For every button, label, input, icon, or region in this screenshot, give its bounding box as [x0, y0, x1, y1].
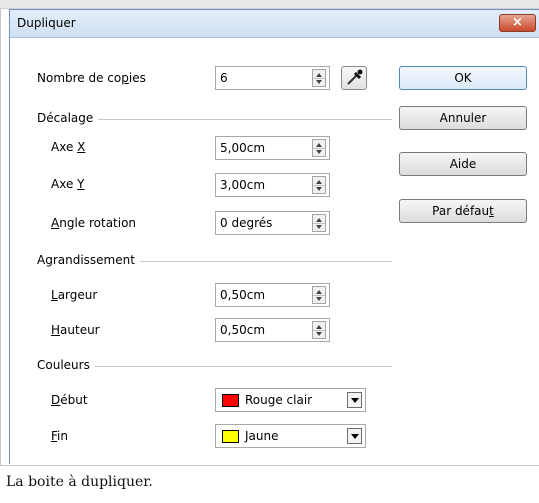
spin-down-icon[interactable] [316, 80, 322, 84]
hauteur-value: 0,50cm [220, 323, 266, 337]
copies-spinner[interactable]: 6 [215, 66, 330, 90]
decalage-heading: Décalage [37, 111, 99, 125]
fin-color-value: Jaune [245, 429, 279, 443]
axe-x-label: Axe X [51, 140, 86, 154]
spin-up-icon[interactable] [316, 290, 322, 294]
angle-spinner[interactable]: 0 degrés [215, 211, 330, 235]
values-from-selection-button[interactable] [341, 66, 367, 90]
copies-label: Nombre de copies [37, 71, 146, 85]
axe-y-label: Axe Y [51, 177, 85, 191]
spin-down-icon[interactable] [316, 150, 322, 154]
axe-y-value: 3,00cm [220, 178, 266, 192]
dialog-title: Dupliquer [17, 16, 76, 30]
red-color-swatch [222, 394, 239, 407]
hauteur-spinner[interactable]: 0,50cm [215, 318, 330, 342]
largeur-spin-arrows[interactable] [312, 286, 326, 304]
couleurs-heading: Couleurs [37, 358, 95, 372]
debut-dropdown-button[interactable] [347, 392, 362, 408]
spin-up-icon[interactable] [316, 325, 322, 329]
caption-text: La boite à dupliquer. [6, 474, 153, 490]
largeur-spinner[interactable]: 0,50cm [215, 283, 330, 307]
debut-color-value: Rouge clair [245, 393, 313, 407]
agrandissement-heading: Agrandissement [37, 253, 140, 267]
aide-button[interactable]: Aide [399, 152, 527, 176]
spin-up-icon[interactable] [316, 143, 322, 147]
debut-label: Début [51, 393, 88, 407]
angle-spin-arrows[interactable] [312, 214, 326, 232]
chevron-down-icon [351, 434, 359, 439]
figure-caption: La boite à dupliquer. [0, 465, 539, 503]
axe-x-spinner[interactable]: 5,00cm [215, 136, 330, 160]
top-strip [0, 0, 539, 9]
largeur-value: 0,50cm [220, 288, 266, 302]
ok-button[interactable]: OK [399, 66, 527, 90]
fin-color-select[interactable]: Jaune [215, 424, 366, 448]
copies-value: 6 [220, 71, 228, 85]
spin-up-icon[interactable] [316, 180, 322, 184]
annuler-button[interactable]: Annuler [399, 106, 527, 130]
angle-value: 0 degrés [220, 216, 273, 230]
hauteur-label: Hauteur [51, 323, 100, 337]
axe-x-spin-arrows[interactable] [312, 139, 326, 157]
spin-down-icon[interactable] [316, 225, 322, 229]
spin-up-icon[interactable] [316, 218, 322, 222]
dupliquer-dialog: Dupliquer × Nombre de copies 6 Décalage … [9, 9, 539, 464]
copies-spin-arrows[interactable] [312, 69, 326, 87]
yellow-color-swatch [222, 430, 239, 443]
axe-y-spinner[interactable]: 3,00cm [215, 173, 330, 197]
hauteur-spin-arrows[interactable] [312, 321, 326, 339]
fin-label: Fin [51, 429, 68, 443]
angle-label: Angle rotation [51, 216, 137, 230]
par-defaut-button[interactable]: Par défaut [399, 199, 527, 223]
largeur-label: Largeur [51, 288, 98, 302]
spin-down-icon[interactable] [316, 332, 322, 336]
close-icon: × [512, 15, 523, 30]
spin-down-icon[interactable] [316, 297, 322, 301]
debut-color-select[interactable]: Rouge clair [215, 388, 366, 412]
title-bar: Dupliquer × [10, 10, 539, 38]
fin-dropdown-button[interactable] [347, 428, 362, 444]
axe-y-spin-arrows[interactable] [312, 176, 326, 194]
chevron-down-icon [351, 398, 359, 403]
spin-down-icon[interactable] [316, 187, 322, 191]
axe-x-value: 5,00cm [220, 141, 266, 155]
close-button[interactable]: × [499, 14, 536, 32]
spin-up-icon[interactable] [316, 73, 322, 77]
eyedropper-icon [347, 69, 363, 85]
